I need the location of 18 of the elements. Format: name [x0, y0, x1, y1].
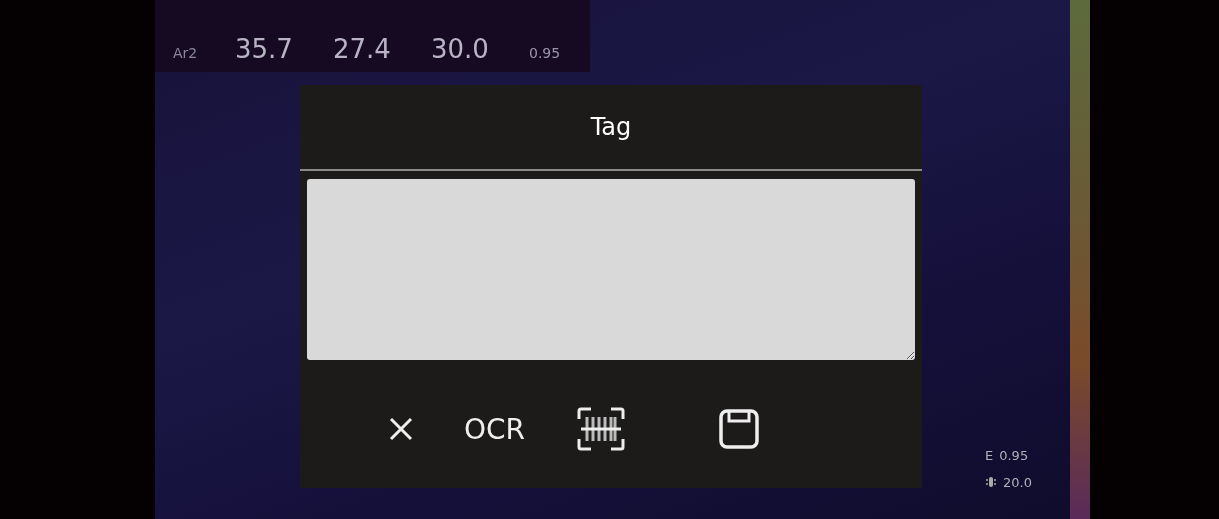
barcode-scan-icon	[577, 407, 626, 451]
save-button[interactable]	[718, 408, 761, 450]
reading-value: 20.0	[1003, 475, 1032, 490]
area-label: Ar2	[173, 45, 199, 61]
emissivity-symbol: E	[985, 448, 994, 463]
emissivity-value: 0.95	[529, 45, 561, 61]
barcode-scan-button[interactable]	[577, 407, 626, 451]
temperature-value: 30.0	[431, 34, 490, 64]
save-icon	[718, 408, 761, 450]
temperature-value: 27.4	[333, 34, 392, 64]
dialog-title: Tag	[590, 113, 632, 141]
reading-value: 0.95	[999, 448, 1029, 463]
close-button[interactable]	[388, 416, 414, 442]
tag-input-field[interactable]	[307, 179, 915, 360]
ocr-button[interactable]: OCR	[464, 412, 526, 446]
reflected-temperature-icon	[985, 475, 997, 490]
close-icon	[388, 416, 414, 442]
temperature-value: 35.7	[235, 34, 294, 64]
